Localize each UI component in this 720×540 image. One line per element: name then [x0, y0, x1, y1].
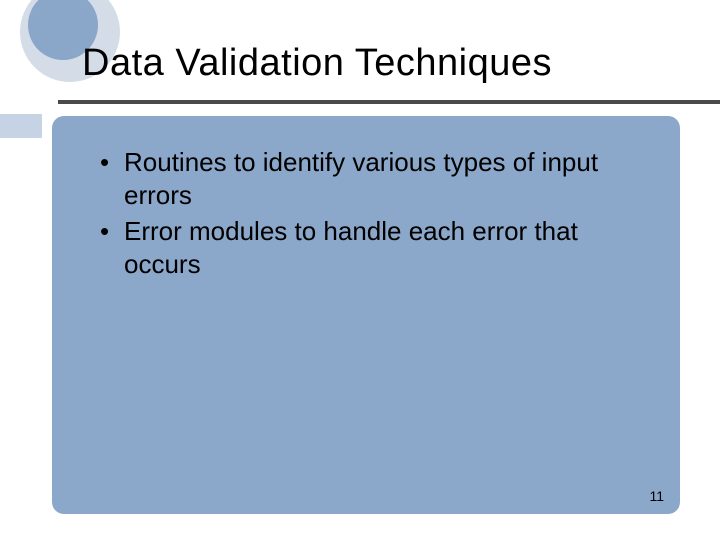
- bullet-item: Error modules to handle each error that …: [100, 215, 644, 280]
- content-inner: Routines to identify various types of in…: [52, 116, 680, 308]
- slide: Data Validation Techniques Routines to i…: [0, 0, 720, 540]
- title-divider: [58, 100, 720, 104]
- content-panel: Routines to identify various types of in…: [52, 116, 680, 514]
- bullet-item: Routines to identify various types of in…: [100, 146, 644, 211]
- page-number: 11: [649, 488, 664, 504]
- side-accent-block: [0, 114, 42, 138]
- slide-title: Data Validation Techniques: [82, 42, 552, 85]
- bullet-list: Routines to identify various types of in…: [100, 146, 644, 280]
